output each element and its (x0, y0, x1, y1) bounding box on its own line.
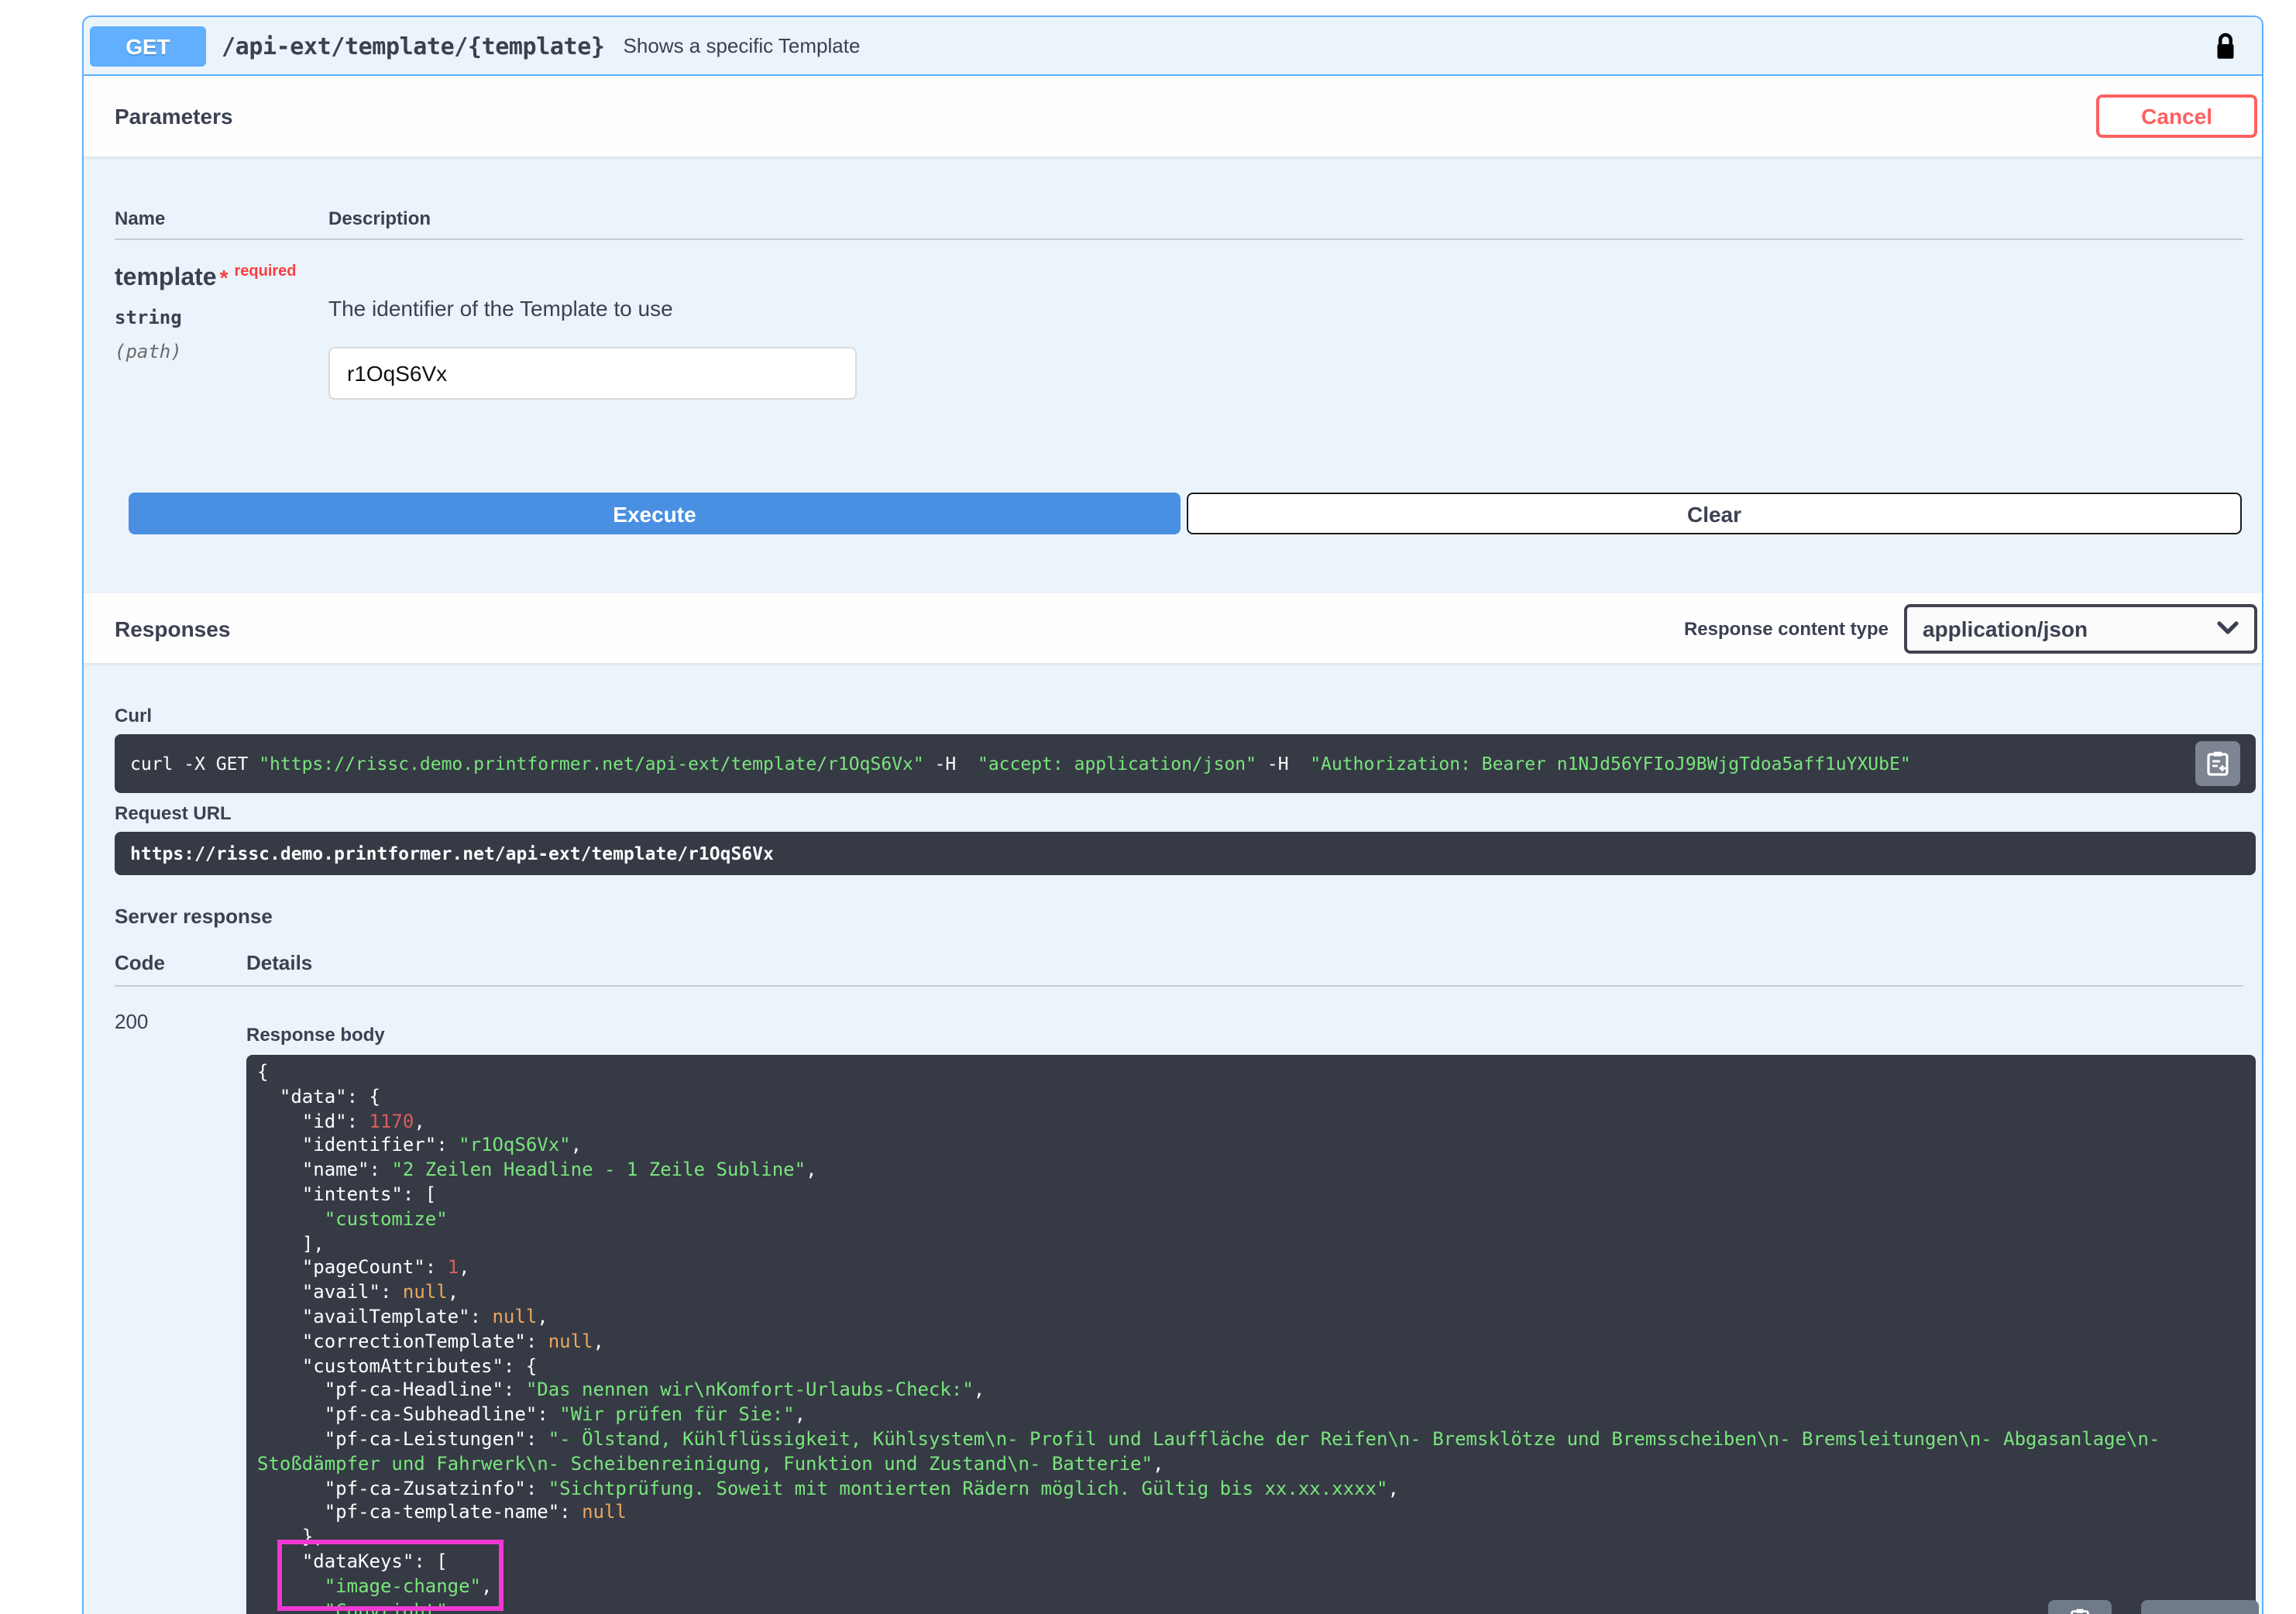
column-name-header: Name (115, 208, 328, 229)
execute-button[interactable]: Execute (129, 493, 1181, 534)
required-label: required (235, 263, 297, 280)
execute-row: Execute Clear (129, 493, 2242, 534)
request-url-block: https://rissc.demo.printformer.net/api-e… (115, 832, 2256, 875)
cancel-button[interactable]: Cancel (2096, 94, 2257, 138)
response-body-json: { "data": { "id": 1170, "identifier": "r… (257, 1061, 2194, 1614)
copy-curl-button[interactable] (2195, 741, 2240, 786)
response-body-label: Response body (246, 1024, 2256, 1046)
server-response-label: Server response (115, 905, 2256, 928)
response-body-block[interactable]: { "data": { "id": 1170, "identifier": "r… (246, 1055, 2256, 1614)
swagger-page: GET /api-ext/template/{template} Shows a… (0, 0, 2296, 1614)
clipboard-icon (2070, 1608, 2090, 1614)
response-content-type-label: Response content type (1684, 617, 1889, 639)
response-content-type-select[interactable]: application/json (1904, 603, 2257, 653)
server-response-table-header: Code Details (115, 951, 2243, 987)
column-details-header: Details (246, 951, 312, 974)
response-details-cell: Response body { "data": { "id": 1170, "i… (246, 1007, 2256, 1614)
curl-command: curl -X GET "https://rissc.demo.printfor… (130, 753, 2169, 774)
curl-code-block: curl -X GET "https://rissc.demo.printfor… (115, 734, 2256, 793)
parameter-location: (path) (115, 341, 328, 362)
copy-response-button[interactable] (2048, 1600, 2112, 1614)
clear-button[interactable]: Clear (1187, 493, 2242, 534)
parameters-table-header: Name Description (115, 208, 2243, 240)
column-code-header: Code (115, 951, 246, 974)
curl-label: Curl (115, 705, 2256, 726)
parameter-type: string (115, 307, 328, 328)
endpoint-path[interactable]: /api-ext/template/{template} (222, 32, 605, 60)
parameter-name: template (115, 265, 217, 291)
padlock-closed-icon (2214, 30, 2237, 61)
clipboard-copy-icon (2206, 750, 2229, 777)
parameter-name-cell: template* required string (path) (115, 265, 328, 400)
server-response-row: 200 Response body { "data": { "id": 1170… (115, 1007, 2256, 1614)
request-url-value: https://rissc.demo.printformer.net/api-e… (130, 843, 2240, 864)
content-type-selected-value: application/json (1923, 616, 2088, 640)
status-code: 200 (115, 1007, 246, 1614)
parameter-row-template: template* required string (path) The iden… (115, 265, 2256, 400)
parameters-section-header: Parameters Cancel (84, 76, 2262, 156)
auth-lock-button[interactable] (2214, 30, 2237, 61)
http-method-badge: GET (90, 26, 206, 66)
download-response-button[interactable] (2141, 1600, 2259, 1614)
column-description-header: Description (328, 208, 431, 229)
request-url-label: Request URL (115, 802, 2256, 824)
template-value-input[interactable] (328, 347, 857, 400)
endpoint-header[interactable]: GET /api-ext/template/{template} Shows a… (84, 17, 2262, 76)
required-asterisk: * (220, 265, 229, 290)
response-content-type-wrap: Response content type application/json (1684, 603, 2257, 653)
api-endpoint-panel: GET /api-ext/template/{template} Shows a… (82, 15, 2263, 1614)
parameter-description: The identifier of the Template to use (328, 296, 2256, 321)
chevron-down-icon (2217, 621, 2239, 635)
parameters-title: Parameters (115, 104, 233, 129)
endpoint-summary: Shows a specific Template (624, 34, 861, 57)
responses-body: Curl curl -X GET "https://rissc.demo.pri… (84, 663, 2262, 1614)
parameters-table: Name Description template* required strin… (84, 156, 2262, 593)
parameter-description-cell: The identifier of the Template to use (328, 265, 2256, 400)
responses-section-header: Responses Response content type applicat… (84, 593, 2262, 663)
responses-title: Responses (115, 616, 230, 640)
